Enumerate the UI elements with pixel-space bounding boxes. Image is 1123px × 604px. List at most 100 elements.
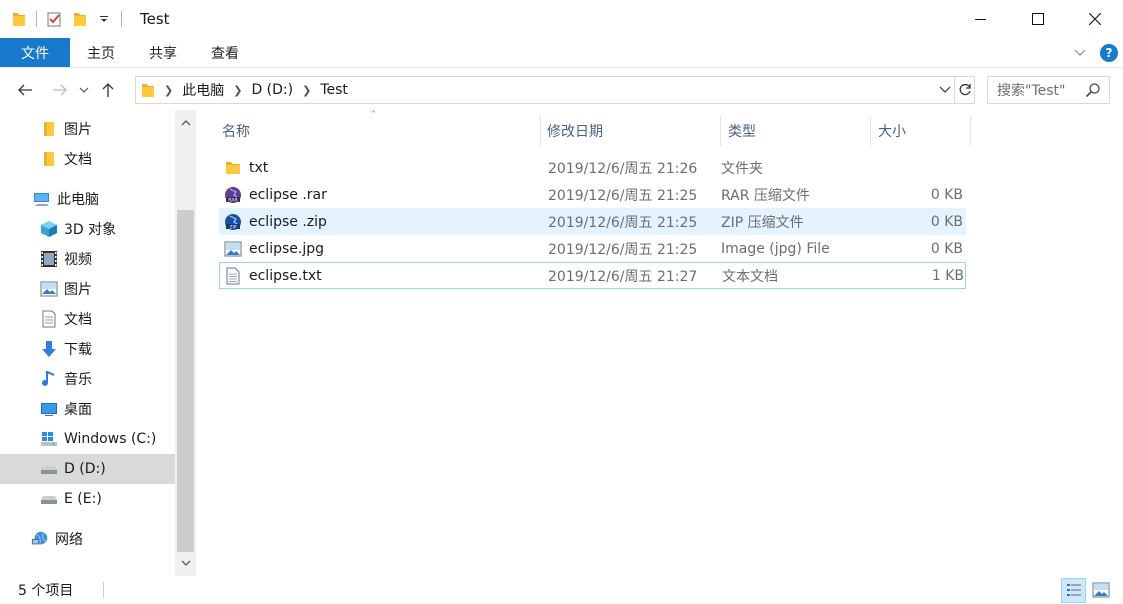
table-row[interactable]: eclipse.txt 2019/12/6/周五 21:27 文本文档 1 KB: [219, 262, 966, 289]
table-row[interactable]: txt 2019/12/6/周五 21:26 文件夹: [219, 154, 966, 181]
file-date: 2019/12/6/周五 21:25: [548, 241, 698, 258]
folder-icon: [40, 120, 58, 138]
tab-view[interactable]: 查看: [194, 38, 256, 67]
file-date: 2019/12/6/周五 21:25: [548, 187, 698, 204]
file-date: 2019/12/6/周五 21:25: [548, 214, 698, 231]
search-icon[interactable]: [1085, 82, 1101, 102]
drive-icon: [40, 490, 58, 508]
sidebar-item-label: D (D:): [64, 461, 106, 477]
quick-access-toolbar: [10, 0, 130, 38]
up-button[interactable]: [93, 75, 123, 105]
file-name: eclipse .rar: [249, 186, 327, 203]
breadcrumb-this-pc[interactable]: 此电脑: [182, 80, 224, 100]
column-header-date[interactable]: 修改日期: [541, 116, 721, 146]
file-size: 1 KB: [931, 267, 964, 284]
sidebar-item-pictures[interactable]: 图片: [0, 274, 175, 304]
chevron-down-icon: [939, 86, 950, 93]
address-history-button[interactable]: [934, 77, 954, 103]
svg-text:ZIP: ZIP: [229, 224, 236, 230]
zip-icon: ZIP: [223, 212, 243, 232]
maximize-button[interactable]: [1009, 0, 1066, 38]
file-name: txt: [249, 159, 269, 176]
sidebar-item-e-drive[interactable]: E (E:): [0, 484, 175, 514]
3d-objects-icon: [40, 220, 58, 238]
back-button[interactable]: [10, 75, 40, 105]
table-row[interactable]: ZIP eclipse .zip 2019/12/6/周五 21:25 ZIP …: [219, 208, 966, 235]
large-icons-view-button[interactable]: [1088, 578, 1113, 603]
folder-icon[interactable]: [10, 10, 28, 28]
sidebar-item-label: 下载: [64, 342, 92, 358]
sidebar-item-documents[interactable]: 文档: [0, 304, 175, 334]
new-folder-icon[interactable]: [71, 10, 89, 28]
sidebar-item-d-drive[interactable]: D (D:): [0, 454, 175, 484]
file-type: Image (jpg) File: [721, 240, 830, 257]
sidebar-item-music[interactable]: 音乐: [0, 364, 175, 394]
image-file-icon: [223, 239, 243, 259]
sidebar-item-videos[interactable]: 视频: [0, 244, 175, 274]
properties-icon[interactable]: [45, 10, 63, 28]
details-view-button[interactable]: [1061, 577, 1086, 603]
recent-locations-button[interactable]: [75, 75, 93, 105]
customize-toolbar-icon[interactable]: [95, 10, 113, 28]
file-size: 0 KB: [930, 213, 963, 230]
sidebar-item-label: E (E:): [64, 491, 102, 507]
file-type: 文件夹: [721, 160, 763, 177]
status-bar: 5 个项目: [0, 576, 1123, 604]
breadcrumb-d-drive[interactable]: D (D:): [251, 82, 293, 98]
breadcrumb-chevron-icon[interactable]: ❯: [302, 84, 311, 97]
sidebar-item-documents-quick[interactable]: 文档: [0, 144, 175, 174]
address-bar[interactable]: ❯ 此电脑 ❯ D (D:) ❯ Test: [135, 76, 975, 104]
folder-icon: [223, 158, 243, 178]
breadcrumb-test[interactable]: Test: [320, 82, 348, 98]
sidebar-item-label: 图片: [64, 122, 92, 138]
close-button[interactable]: [1066, 0, 1123, 38]
minimize-button[interactable]: [952, 0, 1009, 38]
breadcrumb-chevron-icon[interactable]: ❯: [233, 84, 242, 97]
column-header-name[interactable]: ˄ 名称: [219, 110, 541, 146]
file-type: ZIP 压缩文件: [721, 214, 804, 231]
sidebar-item-pictures-quick[interactable]: 图片: [0, 114, 175, 144]
windows-drive-icon: [40, 430, 58, 448]
tab-share[interactable]: 共享: [132, 38, 194, 67]
pictures-icon: [40, 280, 58, 298]
file-name: eclipse.txt: [249, 267, 322, 284]
expand-ribbon-button[interactable]: [1072, 45, 1088, 61]
column-header-row: ˄ 名称 修改日期 类型 大小: [219, 110, 971, 146]
arrow-left-icon: [18, 84, 32, 96]
tab-file[interactable]: 文件: [0, 38, 70, 67]
forward-button[interactable]: [45, 75, 75, 105]
view-switcher: [1059, 576, 1113, 604]
column-header-type[interactable]: 类型: [721, 116, 871, 146]
scroll-up-button[interactable]: [175, 110, 196, 136]
sidebar-item-3d-objects[interactable]: 3D 对象: [0, 214, 175, 244]
minimize-icon: [974, 19, 986, 20]
window-title: Test: [140, 10, 170, 28]
refresh-button[interactable]: [954, 77, 974, 103]
folder-icon: [141, 82, 155, 98]
help-button[interactable]: ?: [1100, 44, 1118, 62]
file-size: 0 KB: [930, 186, 963, 203]
sidebar-item-network[interactable]: 网络: [0, 524, 175, 554]
download-icon: [40, 340, 58, 358]
drive-icon: [40, 460, 58, 478]
scrollbar-thumb[interactable]: [177, 210, 194, 552]
documents-icon: [40, 310, 58, 328]
sidebar-item-windows-c[interactable]: Windows (C:): [0, 424, 175, 454]
sidebar-item-desktop[interactable]: 桌面: [0, 394, 175, 424]
table-row[interactable]: eclipse.jpg 2019/12/6/周五 21:25 Image (jp…: [219, 235, 966, 262]
column-header-size[interactable]: 大小: [871, 116, 971, 146]
close-icon: [1088, 13, 1101, 25]
scroll-down-button[interactable]: [175, 550, 196, 576]
search-input[interactable]: 搜索"Test": [987, 76, 1110, 104]
rar-icon: RAR: [223, 185, 243, 205]
tab-home[interactable]: 主页: [70, 38, 132, 67]
arrow-up-icon: [102, 83, 114, 97]
window-controls: [952, 0, 1123, 38]
svg-text:RAR: RAR: [228, 197, 237, 203]
sidebar-item-downloads[interactable]: 下载: [0, 334, 175, 364]
sidebar-scrollbar[interactable]: [175, 110, 196, 576]
table-row[interactable]: RAR eclipse .rar 2019/12/6/周五 21:25 RAR …: [219, 181, 966, 208]
large-icons-view-icon: [1092, 582, 1109, 598]
breadcrumb-chevron-icon[interactable]: ❯: [164, 84, 173, 97]
sidebar-item-this-pc[interactable]: 此电脑: [0, 184, 175, 214]
